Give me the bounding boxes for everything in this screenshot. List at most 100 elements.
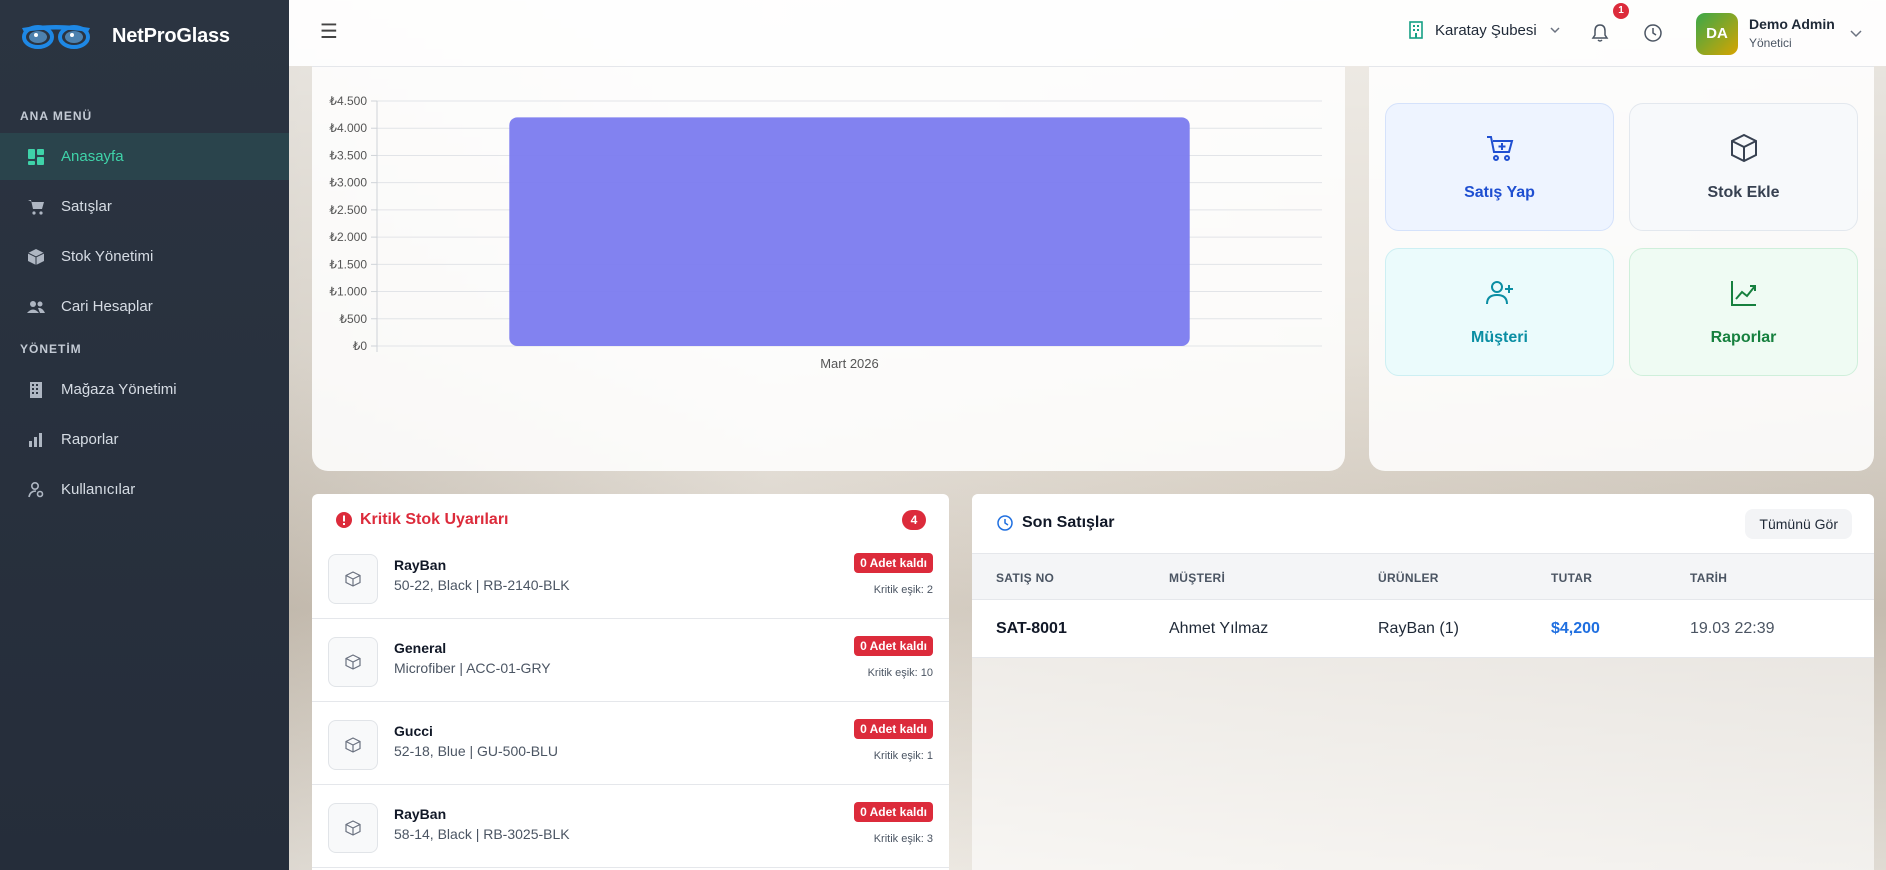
stock-quantity-badge: 0 Adet kaldı [854,553,933,573]
product-name: RayBan [394,557,447,573]
critical-threshold: Kritik eşik: 2 [873,584,933,596]
sidebar-item-label: Mağaza Yönetimi [61,381,177,398]
box-icon [345,737,361,753]
critical-stock-title: Kritik Stok Uyarıları [360,511,509,528]
brand[interactable]: NetProGlass [0,0,289,72]
y-tick-label: ₺500 [339,312,367,326]
list-item[interactable]: RayBan 50-22, Black | RB-2140-BLK 0 Adet… [312,536,949,619]
list-item[interactable]: RayBan 58-14, Black | RB-3025-BLK 0 Adet… [312,785,949,868]
y-tick-label: ₺1.000 [329,285,367,299]
box-icon [27,248,45,266]
building-icon [27,381,45,399]
sale-customer: Ahmet Yılmaz [1169,620,1269,637]
alert-icon [336,512,352,528]
chevron-down-icon[interactable] [1849,26,1863,40]
nav-section-main: ANA MENÜ [20,109,93,123]
quick-action-label: Stok Ekle [1707,184,1780,201]
sidebar-item-kullanicilar[interactable]: Kullanıcılar [0,466,289,513]
branch-selector[interactable]: Karatay Şubesi [1407,21,1561,39]
nav-section-management: YÖNETİM [20,342,82,356]
sale-date: 19.03 22:39 [1690,620,1775,637]
y-tick-label: ₺2.000 [329,230,367,244]
sale-amount: $4,200 [1551,620,1600,637]
x-tick-label: Mart 2026 [820,356,879,371]
sidebar-item-label: Anasayfa [61,148,124,165]
sidebar-item-magaza[interactable]: Mağaza Yönetimi [0,366,289,413]
menu-toggle-icon[interactable]: ☰ [320,21,342,43]
product-thumbnail [328,637,378,687]
quick-action-sale[interactable]: Satış Yap [1385,103,1614,231]
critical-threshold: Kritik eşik: 1 [873,750,933,762]
see-all-button[interactable]: Tümünü Gör [1745,509,1852,539]
avatar[interactable]: DA [1696,13,1738,55]
sidebar-item-label: Cari Hesaplar [61,298,153,315]
sidebar-item-raporlar[interactable]: Raporlar [0,416,289,463]
y-tick-label: ₺4.500 [329,94,367,108]
y-tick-label: ₺3.000 [329,176,367,190]
list-item[interactable]: General Microfiber | ACC-01-GRY 0 Adet k… [312,619,949,702]
quick-action-reports[interactable]: Raporlar [1629,248,1858,376]
trend-chart-icon [1730,281,1756,306]
quick-action-stock[interactable]: Stok Ekle [1629,103,1858,231]
sidebar-item-label: Raporlar [61,431,119,448]
sidebar-item-label: Stok Yönetimi [61,248,154,265]
sidebar: NetProGlass ANA MENÜ Anasayfa Satışlar S… [0,0,289,870]
chevron-down-icon [1550,27,1560,34]
cart-plus-icon [1486,136,1513,161]
users-icon [27,298,45,316]
notification-badge: 1 [1613,3,1629,19]
clock-icon[interactable] [1642,22,1664,44]
recent-sales-title: Son Satışlar [996,514,1114,532]
sidebar-item-stok[interactable]: Stok Yönetimi [0,233,289,280]
stock-quantity-badge: 0 Adet kaldı [854,636,933,656]
column-header: SATIŞ NO [996,571,1055,585]
stock-quantity-badge: 0 Adet kaldı [854,802,933,822]
product-description: 50-22, Black | RB-2140-BLK [394,577,570,593]
product-description: 52-18, Blue | GU-500-BLU [394,743,558,759]
list-item[interactable]: Gucci 52-18, Blue | GU-500-BLU 0 Adet ka… [312,702,949,785]
recent-sales-header: Son Satışlar Tümünü Gör [972,494,1874,554]
sale-products: RayBan (1) [1378,620,1459,637]
product-thumbnail [328,803,378,853]
clock-icon [997,515,1013,531]
quick-action-label: Satış Yap [1464,184,1535,201]
chart-bar [509,117,1190,346]
user-name[interactable]: Demo Admin [1749,16,1835,32]
building-icon [1409,21,1423,39]
dashboard-icon [27,148,45,166]
product-description: 58-14, Black | RB-3025-BLK [394,826,570,842]
branch-name: Karatay Şubesi [1435,21,1537,39]
product-thumbnail [328,720,378,770]
user-role: Yönetici [1749,36,1792,50]
product-name: RayBan [394,806,447,822]
sales-table-header: SATIŞ NO MÜŞTERİ ÜRÜNLER TUTAR TARİH [972,554,1874,600]
column-header: ÜRÜNLER [1378,571,1439,585]
quick-action-label: Müşteri [1471,329,1528,346]
y-tick-label: ₺1.500 [329,257,367,271]
product-thumbnail [328,554,378,604]
product-name: Gucci [394,723,433,739]
column-header: MÜŞTERİ [1169,571,1226,585]
y-tick-label: ₺3.500 [329,148,367,162]
box-icon [345,820,361,836]
critical-threshold: Kritik eşik: 10 [867,667,933,679]
column-header: TUTAR [1551,571,1593,585]
user-gear-icon [27,481,45,499]
critical-stock-card: Kritik Stok Uyarıları 4 RayBan 50-22, Bl… [312,494,949,870]
sidebar-item-anasayfa[interactable]: Anasayfa [0,133,289,180]
stock-quantity-badge: 0 Adet kaldı [854,719,933,739]
recent-sales-title-text: Son Satışlar [1022,514,1115,531]
quick-action-customer[interactable]: Müşteri [1385,248,1614,376]
sales-chart-card: ₺0 ₺500 ₺1.000 ₺1.500 ₺2.000 ₺2.500 ₺3.000 ₺3.5… [312,66,1345,471]
y-tick-label: ₺2.500 [329,203,367,217]
cart-icon [27,198,45,216]
product-description: Microfiber | ACC-01-GRY [394,660,551,676]
top-header: ☰ Karatay Şubesi 1 DA Demo Admin Yönetic… [289,0,1886,66]
sidebar-item-satislar[interactable]: Satışlar [0,183,289,230]
recent-sales-card: Son Satışlar Tümünü Gör SATIŞ NO MÜŞTERİ… [972,494,1874,870]
bell-icon[interactable] [1589,22,1611,44]
table-row[interactable]: SAT-8001 Ahmet Yılmaz RayBan (1) $4,200 … [972,600,1874,658]
sidebar-item-cari[interactable]: Cari Hesaplar [0,283,289,330]
product-name: General [394,640,447,656]
quick-actions-card: Satış Yap Stok Ekle Müşteri Raporlar [1369,66,1874,471]
